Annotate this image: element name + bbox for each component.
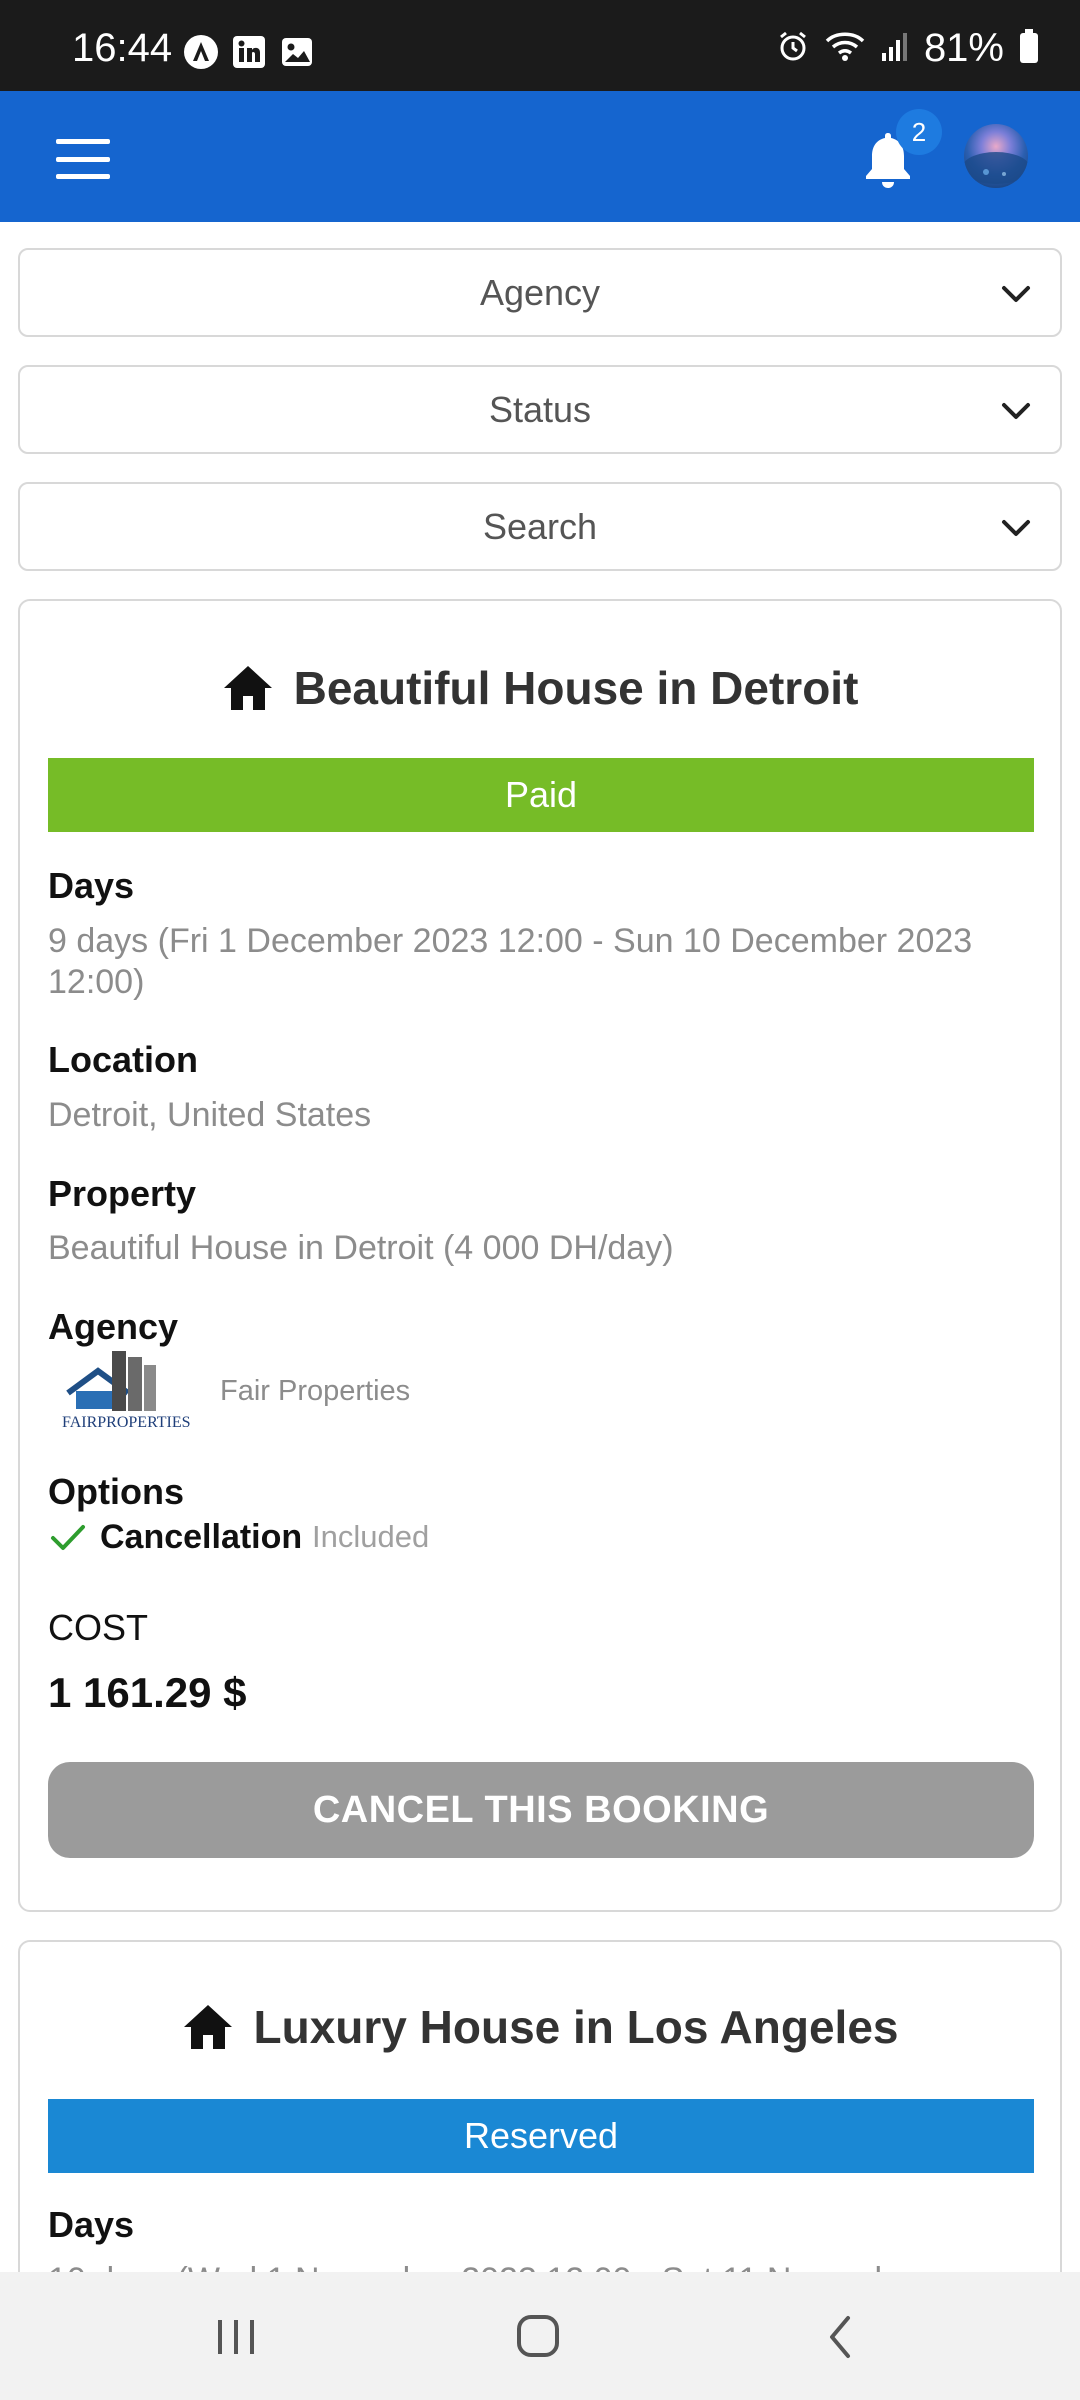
cancel-booking-button[interactable]: CANCEL THIS BOOKING [48, 1762, 1034, 1858]
recent-apps-icon[interactable] [206, 2312, 266, 2362]
location-value: Detroit, United States [48, 1096, 372, 1134]
cost-value: 1 161.29 $ [48, 1669, 247, 1716]
booking-title-text: Luxury House in Los Angeles [253, 2001, 899, 2053]
back-icon[interactable] [810, 2312, 870, 2362]
booking-title-text: Beautiful House in Detroit [293, 662, 859, 714]
days-value: 9 days (Fri 1 December 2023 12:00 - Sun … [48, 922, 973, 1001]
avatar[interactable] [964, 124, 1028, 188]
wifi-icon [824, 29, 866, 68]
linkedin-icon [231, 34, 267, 70]
chevron-down-icon [1002, 403, 1030, 419]
agency-label: Agency [48, 1306, 179, 1347]
gallery-icon [279, 34, 315, 70]
status-badge: Reserved [48, 2099, 1034, 2173]
agency-logo: FAIRPROPERTIES [62, 1351, 191, 1431]
status-filter-dropdown[interactable]: Status [18, 365, 1062, 454]
search-filter-label: Search [482, 505, 598, 547]
home-button-icon[interactable] [508, 2312, 568, 2362]
status-badge: Paid [48, 758, 1034, 832]
location-label: Location [48, 1039, 198, 1080]
booking-title: Luxury House in Los Angeles [20, 2000, 1060, 2054]
agency-filter-label: Agency [479, 271, 601, 313]
system-nav-bar [0, 2272, 1080, 2400]
signal-icon [880, 29, 910, 68]
chevron-down-icon [1002, 286, 1030, 302]
status-bar: 16:44 81% [0, 0, 1080, 91]
check-icon [51, 1525, 85, 1550]
booking-card: Beautiful House in Detroit Paid Days 9 d… [18, 599, 1062, 1912]
chevron-down-icon [1002, 520, 1030, 536]
agency-filter-dropdown[interactable]: Agency [18, 248, 1062, 337]
options-label: Options [48, 1471, 184, 1512]
booking-title: Beautiful House in Detroit [20, 661, 1060, 715]
search-filter-dropdown[interactable]: Search [18, 482, 1062, 571]
agency-name: Fair Properties [220, 1375, 411, 1407]
home-icon [183, 2005, 232, 2049]
status-system-icons: 81% [776, 26, 1040, 71]
status-time: 16:44 [72, 26, 173, 70]
days-label: Days [48, 2204, 135, 2245]
notification-badge: 2 [896, 109, 942, 155]
cost-label: COST [48, 1607, 149, 1648]
property-label: Property [48, 1173, 197, 1214]
alarm-icon [776, 29, 810, 68]
agency-logo-text: FAIRPROPERTIES [62, 1414, 191, 1431]
battery-icon [1018, 28, 1040, 69]
home-icon [223, 666, 272, 710]
battery-percent: 81% [923, 26, 1004, 70]
option-status: Included [312, 1519, 430, 1554]
option-name: Cancellation [100, 1518, 303, 1556]
app-logo-icon [183, 34, 219, 70]
status-notification-icons [183, 34, 315, 70]
property-value: Beautiful House in Detroit (4 000 DH/day… [48, 1229, 674, 1267]
hamburger-menu-icon[interactable] [56, 139, 110, 179]
status-filter-label: Status [488, 388, 592, 430]
days-label: Days [48, 865, 135, 906]
app-bar: 2 [0, 91, 1080, 222]
